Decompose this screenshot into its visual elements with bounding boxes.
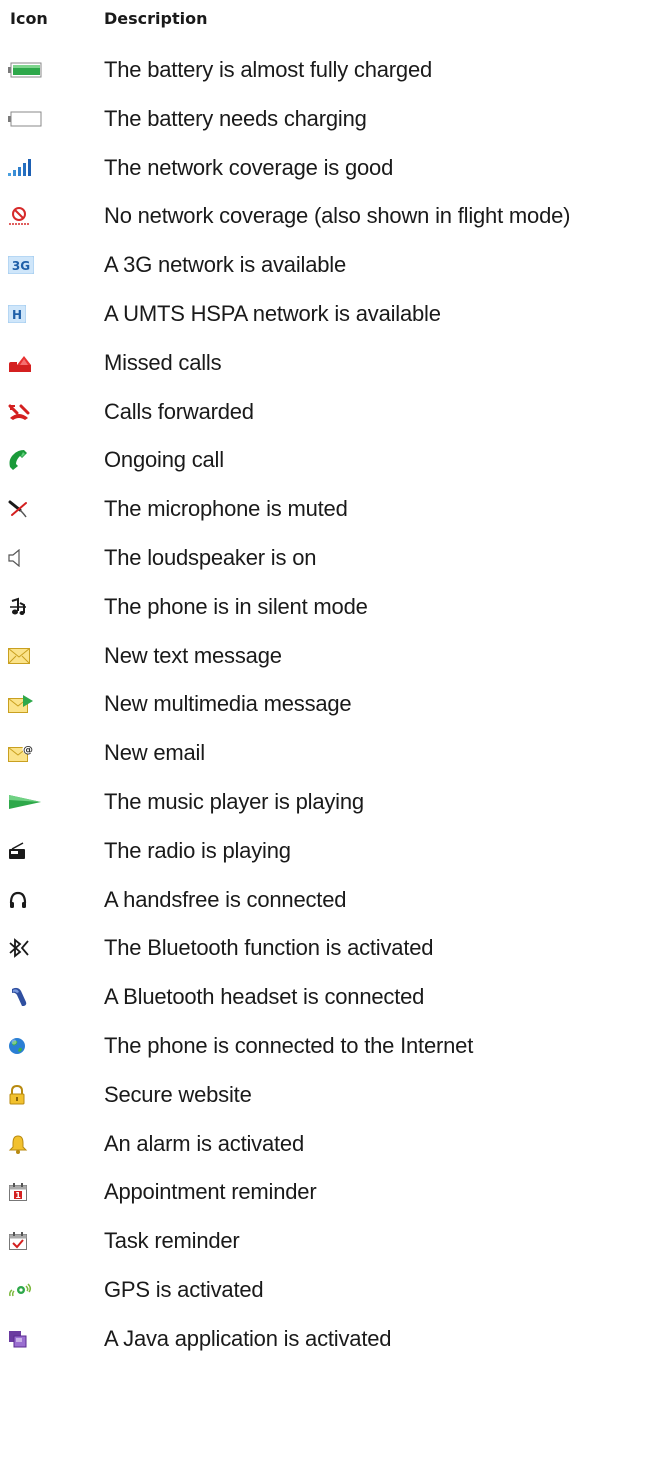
music-play-icon: [8, 782, 52, 822]
table-row: A Bluetooth headset is connected: [0, 977, 666, 1026]
alarm-bell-icon: [8, 1124, 52, 1164]
table-row: H A UMTS HSPA network is available: [0, 294, 666, 343]
row-description: GPS is activated: [104, 1276, 264, 1302]
row-description: The phone is in silent mode: [104, 593, 368, 619]
ongoing-call-icon: [8, 440, 52, 480]
row-description: A 3G network is available: [104, 252, 347, 278]
table-row: New multimedia message: [0, 684, 666, 733]
row-description: A UMTS HSPA network is available: [104, 300, 441, 326]
row-description: The phone is connected to the Internet: [104, 1032, 474, 1058]
row-description: The network coverage is good: [104, 154, 394, 180]
row-description: Ongoing call: [104, 447, 224, 473]
battery-full-icon: [8, 50, 52, 90]
table-row: Calls forwarded: [0, 392, 666, 441]
table-row: The music player is playing: [0, 782, 666, 831]
row-description: The battery is almost fully charged: [104, 57, 433, 82]
row-description: The Bluetooth function is activated: [104, 935, 434, 961]
table-row: Missed calls: [0, 343, 666, 392]
table-header: Icon Description: [0, 8, 666, 30]
row-description: The music player is playing: [104, 788, 364, 814]
table-row: The phone is connected to the Internet: [0, 1026, 666, 1075]
table-row: 1 Appointment reminder: [0, 1172, 666, 1221]
internet-globe-icon: [8, 1026, 52, 1066]
row-description: Missed calls: [104, 349, 222, 375]
row-description: New email: [104, 740, 205, 766]
icon-table: The battery is almost fully charged The …: [0, 50, 666, 1368]
row-description: The battery needs charging: [104, 105, 367, 131]
row-description: No network coverage (also shown in fligh…: [104, 203, 571, 229]
row-description: The radio is playing: [104, 837, 291, 863]
3g-network-icon: 3G: [8, 245, 52, 285]
icon-column-header: Icon: [10, 9, 48, 28]
appointment-calendar-icon: 1: [8, 1172, 52, 1212]
row-description: New text message: [104, 642, 282, 668]
row-description: An alarm is activated: [104, 1130, 304, 1156]
svg-text:H: H: [12, 308, 22, 322]
padlock-icon: [8, 1075, 52, 1115]
silent-mode-icon: [8, 587, 52, 627]
table-row: The battery is almost fully charged: [0, 50, 666, 99]
email-icon: @: [8, 733, 52, 773]
row-description: New multimedia message: [104, 691, 352, 717]
battery-empty-icon: [8, 99, 52, 139]
table-row: The battery needs charging: [0, 99, 666, 148]
table-row: No network coverage (also shown in fligh…: [0, 196, 666, 245]
description-column-header: Description: [104, 9, 208, 28]
loudspeaker-icon: [8, 538, 52, 578]
row-description: The loudspeaker is on: [104, 544, 317, 570]
gps-icon: [8, 1270, 52, 1310]
java-app-icon: [8, 1319, 52, 1359]
row-description: Secure website: [104, 1081, 252, 1107]
mic-muted-icon: [8, 489, 52, 529]
bluetooth-headset-icon: [8, 977, 52, 1017]
row-description: A Bluetooth headset is connected: [104, 984, 425, 1010]
svg-text:1: 1: [15, 1191, 21, 1200]
row-description: Calls forwarded: [104, 398, 254, 424]
table-row: Task reminder: [0, 1221, 666, 1270]
multimedia-message-icon: [8, 684, 52, 724]
call-forward-icon: [8, 392, 52, 432]
table-row: Ongoing call: [0, 440, 666, 489]
table-row: A handsfree is connected: [0, 880, 666, 929]
radio-icon: [8, 831, 52, 871]
bluetooth-icon: [8, 928, 52, 968]
row-description: Appointment reminder: [104, 1179, 317, 1205]
table-row: The radio is playing: [0, 831, 666, 880]
table-row: The loudspeaker is on: [0, 538, 666, 587]
table-row: New text message: [0, 636, 666, 685]
table-row: Secure website: [0, 1075, 666, 1124]
text-message-icon: [8, 636, 52, 676]
table-row: @ New email: [0, 733, 666, 782]
table-row: A Java application is activated: [0, 1319, 666, 1368]
row-description: Task reminder: [104, 1228, 240, 1254]
hspa-network-icon: H: [8, 294, 52, 334]
row-description: A handsfree is connected: [104, 886, 347, 912]
no-network-icon: [8, 196, 52, 236]
svg-text:3G: 3G: [12, 259, 30, 273]
task-reminder-icon: [8, 1221, 52, 1261]
svg-text:@: @: [23, 745, 33, 756]
table-row: The network coverage is good: [0, 148, 666, 197]
table-row: The Bluetooth function is activated: [0, 928, 666, 977]
row-description: The microphone is muted: [104, 496, 348, 522]
handsfree-icon: [8, 880, 52, 920]
table-row: The microphone is muted: [0, 489, 666, 538]
missed-call-icon: [8, 343, 52, 383]
table-row: The phone is in silent mode: [0, 587, 666, 636]
table-row: 3G A 3G network is available: [0, 245, 666, 294]
row-description: A Java application is activated: [104, 1325, 392, 1351]
signal-strength-icon: [8, 148, 52, 188]
table-row: GPS is activated: [0, 1270, 666, 1319]
table-row: An alarm is activated: [0, 1124, 666, 1173]
